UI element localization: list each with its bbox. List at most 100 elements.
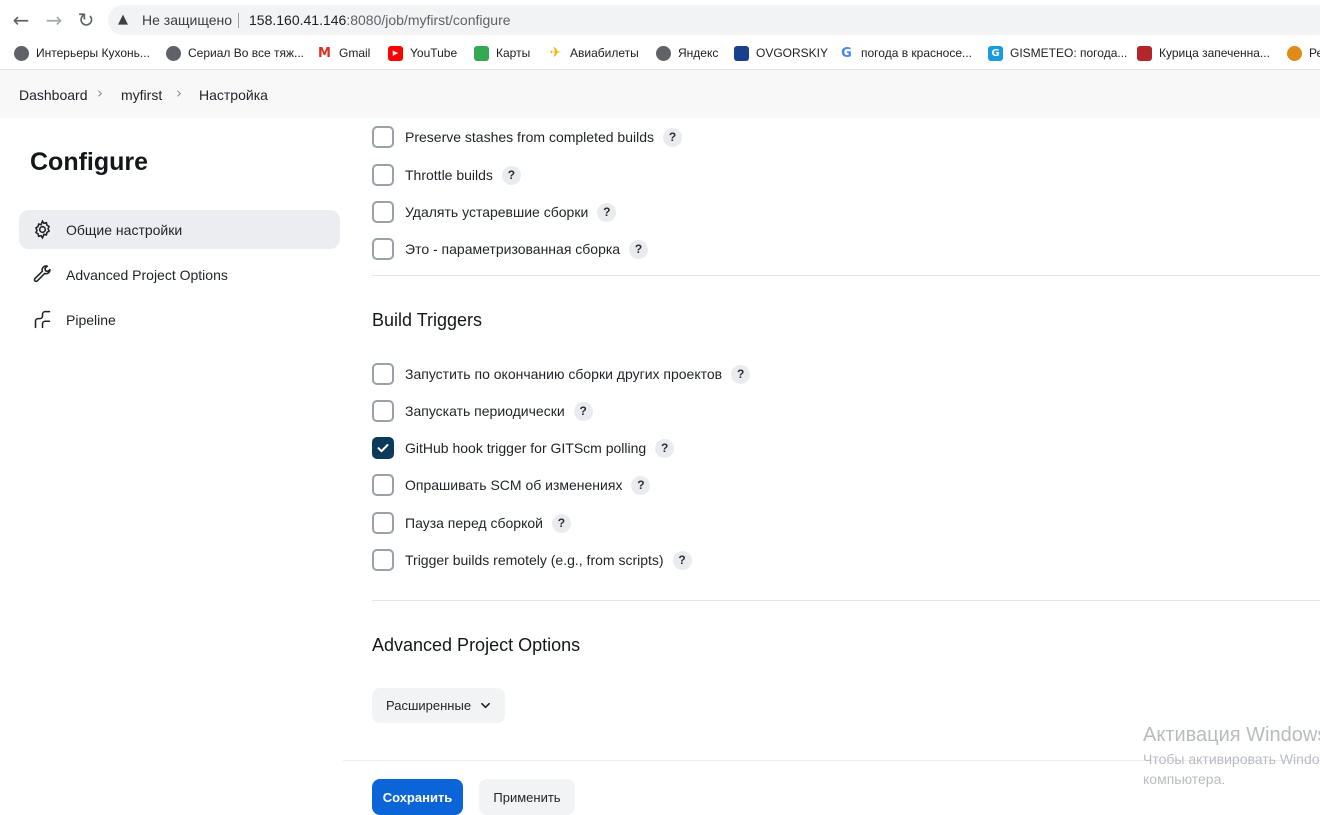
checkbox[interactable] (372, 400, 394, 422)
not-secure-label[interactable]: Не защищено (142, 12, 232, 28)
help-icon[interactable]: ? (629, 239, 649, 259)
warning-icon[interactable]: ▲ (118, 11, 136, 29)
checkbox[interactable] (372, 164, 394, 186)
breadcrumb-job[interactable]: myfirst (121, 87, 162, 103)
help-icon[interactable]: ? (597, 202, 617, 222)
wrench-icon (31, 264, 53, 286)
help-icon[interactable]: ? (573, 401, 593, 421)
watermark-line: компьютера. (1143, 771, 1226, 787)
plane-icon: ✈ (548, 45, 563, 61)
checkbox[interactable] (372, 474, 394, 496)
sidebar-item-general[interactable]: Общие настройки (19, 210, 340, 249)
advanced-options-title: Advanced Project Options (372, 635, 581, 655)
trigger-periodically: Запускать периодически ? (372, 400, 593, 422)
checkbox[interactable] (372, 201, 394, 223)
browser-chrome: ← → ↻ ▲ Не защищено 158.160.41.146:8080/… (0, 0, 1320, 70)
checkbox[interactable] (372, 126, 394, 148)
checkbox[interactable] (372, 238, 394, 260)
chevron-down-icon (480, 700, 491, 711)
bookmark-item[interactable]: ▶ YouTube (388, 43, 457, 63)
globe-icon (14, 45, 29, 61)
ovgorskiy-icon (734, 45, 749, 61)
build-triggers-title: Build Triggers (372, 310, 483, 330)
option-discard-old-builds: Удалять устаревшие сборки ? (372, 201, 617, 223)
checkbox[interactable] (372, 363, 394, 385)
bookmark-item[interactable]: Ре (1287, 43, 1320, 63)
address-separator (238, 13, 239, 28)
help-icon[interactable]: ? (731, 364, 751, 384)
bookmark-item[interactable]: G GISMETEO: погода... (988, 43, 1127, 63)
apply-button[interactable]: Применить (479, 779, 575, 815)
gismeteo-icon: G (988, 45, 1003, 61)
trigger-quiet-period: Пауза перед сборкой ? (372, 512, 571, 534)
breadcrumb: Dashboard › myfirst › Настройка (0, 70, 1320, 118)
globe-icon (166, 45, 181, 61)
address-bar[interactable]: ▲ Не защищено 158.160.41.146:8080/job/my… (108, 5, 1320, 35)
reload-icon[interactable]: ↻ (74, 8, 98, 32)
help-icon[interactable]: ? (672, 550, 692, 570)
watermark-line: Чтобы активировать Windows (1143, 751, 1320, 767)
chef-icon (1287, 45, 1302, 61)
checkbox-checked[interactable] (372, 437, 394, 459)
google-icon: G (839, 45, 854, 61)
option-parameterized: Это - параметризованная сборка ? (372, 238, 649, 260)
bookmark-item[interactable]: Сериал Во все тяж... (166, 43, 304, 63)
bookmark-item[interactable]: G погода в красносе... (839, 43, 972, 63)
option-label[interactable]: Preserve stashes from completed builds (405, 129, 654, 145)
option-label[interactable]: GitHub hook trigger for GITScm polling (405, 440, 646, 456)
sidebar-item-pipeline[interactable]: Pipeline (19, 300, 340, 339)
chevron-right-icon: › (97, 84, 103, 102)
section-divider (372, 600, 1320, 601)
bookmark-item[interactable]: M Gmail (317, 43, 370, 63)
back-arrow-icon[interactable]: ← (9, 8, 33, 32)
watermark-line: Активация Windows (1143, 724, 1320, 746)
option-label[interactable]: Это - параметризованная сборка (405, 241, 620, 257)
option-label[interactable]: Запустить по окончанию сборки других про… (405, 366, 722, 382)
checkbox[interactable] (372, 549, 394, 571)
bookmark-item[interactable]: Карты (474, 43, 530, 63)
browser-toolbar: ← → ↻ ▲ Не защищено 158.160.41.146:8080/… (0, 0, 1320, 40)
checkbox[interactable] (372, 512, 394, 534)
help-icon[interactable]: ? (501, 165, 521, 185)
globe-icon (656, 45, 671, 61)
bookmark-item[interactable]: Яндекс (656, 43, 718, 63)
option-label[interactable]: Trigger builds remotely (e.g., from scri… (405, 552, 664, 568)
bookmark-item[interactable]: Интерьеры Кухонь... (14, 43, 150, 63)
trigger-github-hook: GitHub hook trigger for GITScm polling ? (372, 437, 675, 459)
option-label[interactable]: Пауза перед сборкой (405, 515, 543, 531)
sidebar-item-label: Общие настройки (66, 221, 183, 238)
trigger-remote: Trigger builds remotely (e.g., from scri… (372, 549, 692, 571)
option-throttle-builds: Throttle builds ? (372, 164, 521, 186)
help-icon[interactable]: ? (551, 513, 571, 533)
bookmark-item[interactable]: Курица запеченна... (1137, 43, 1270, 63)
breadcrumb-configure[interactable]: Настройка (199, 87, 268, 103)
bookmark-item[interactable]: ✈ Авиабилеты (548, 43, 639, 63)
option-label[interactable]: Удалять устаревшие сборки (405, 204, 588, 220)
breadcrumb-dashboard[interactable]: Dashboard (19, 87, 88, 103)
maps-icon (474, 45, 489, 61)
help-icon[interactable]: ? (663, 127, 682, 147)
help-icon[interactable]: ? (631, 475, 651, 495)
pipeline-icon (31, 309, 53, 331)
advanced-button-label: Расширенные (386, 698, 472, 713)
option-label[interactable]: Опрашивать SCM об изменениях (405, 477, 622, 493)
option-label[interactable]: Запускать периодически (405, 403, 565, 419)
help-icon[interactable]: ? (655, 438, 675, 458)
trigger-poll-scm: Опрашивать SCM об изменениях ? (372, 474, 651, 496)
trigger-after-other-projects: Запустить по окончанию сборки других про… (372, 363, 751, 385)
recipe-icon (1137, 45, 1152, 61)
bookmark-item[interactable]: OVGORSKIY (734, 43, 828, 63)
advanced-expand-button[interactable]: Расширенные (372, 688, 505, 723)
sidebar-item-advanced[interactable]: Advanced Project Options (19, 255, 340, 294)
youtube-icon: ▶ (388, 45, 403, 61)
bookmarks-bar: Интерьеры Кухонь... Сериал Во все тяж...… (0, 40, 1320, 66)
url-text[interactable]: 158.160.41.146:8080/job/myfirst/configur… (249, 12, 511, 28)
option-preserve-stashes: Preserve stashes from completed builds ? (372, 126, 682, 148)
section-divider (372, 275, 1320, 276)
save-button[interactable]: Сохранить (372, 779, 463, 815)
checkmark-icon (377, 444, 389, 453)
option-label[interactable]: Throttle builds (405, 167, 493, 183)
forward-arrow-icon[interactable]: → (42, 8, 66, 32)
sidebar-item-label: Advanced Project Options (66, 266, 228, 283)
sidebar-item-label: Pipeline (66, 311, 116, 328)
